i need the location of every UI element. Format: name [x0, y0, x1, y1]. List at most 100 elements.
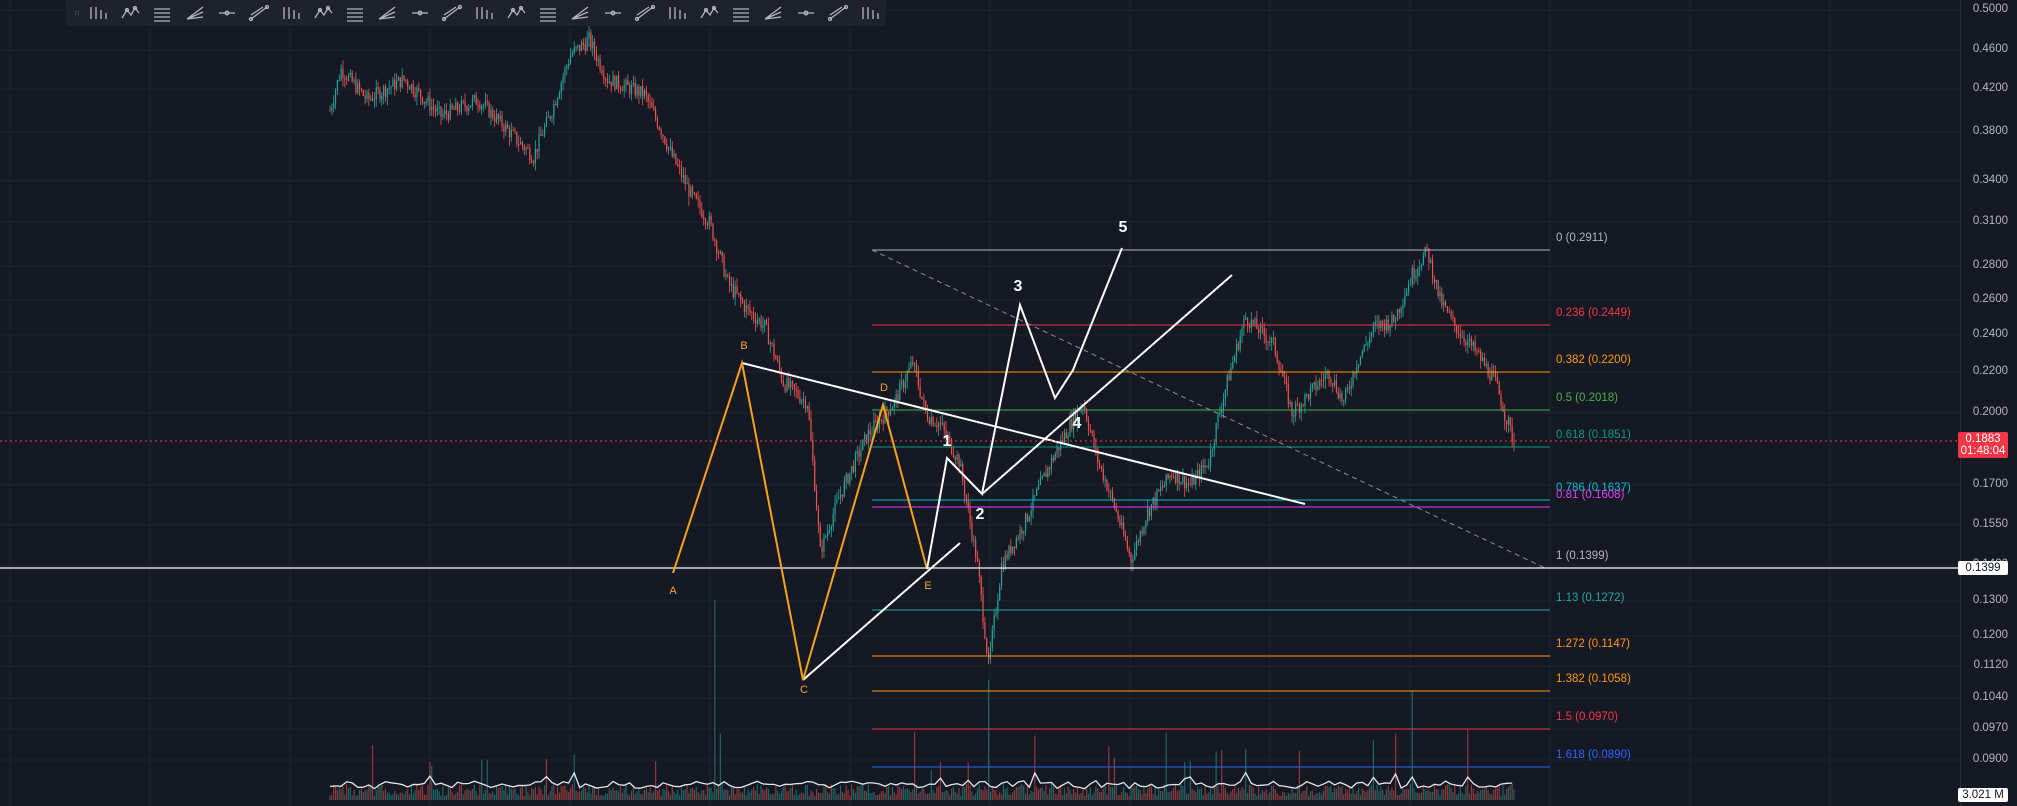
cypher-pattern-icon[interactable]: [307, 0, 339, 26]
volume-bar: [1341, 786, 1343, 800]
volume-bar: [1504, 794, 1506, 800]
uptrend-line-lower[interactable]: [802, 542, 961, 681]
volume-bar: [736, 788, 738, 800]
volume-bar: [745, 794, 747, 800]
fan-icon[interactable]: [243, 0, 275, 26]
channel-icon[interactable]: [146, 0, 178, 26]
abcd-pattern-icon[interactable]: [371, 0, 403, 26]
volume-bar: [1067, 786, 1069, 800]
time-cycles-icon[interactable]: [629, 0, 661, 26]
gann-box-icon[interactable]: [693, 0, 725, 26]
elliott-impulse-wave[interactable]: [926, 247, 1123, 570]
volume-bar: [1378, 790, 1380, 800]
volume-bar: [682, 790, 684, 800]
candle-body: [1091, 430, 1093, 434]
elliott-triangle-icon[interactable]: [532, 0, 564, 26]
price-tick: 0.0970: [1972, 722, 2008, 734]
candle-body: [1321, 379, 1323, 381]
volume-bar: [444, 795, 446, 800]
candle-body: [684, 174, 686, 185]
candle-body: [1202, 465, 1204, 468]
xabcd-pattern[interactable]: [672, 359, 928, 681]
volume-bar: [782, 786, 784, 800]
volume-bar: [838, 794, 840, 800]
candle-body: [359, 82, 361, 89]
volume-bar: [880, 791, 882, 800]
volume-bar: [434, 789, 437, 800]
candle-body: [1393, 314, 1395, 322]
elliott-double-combo-icon[interactable]: [564, 0, 596, 26]
candle-body: [629, 84, 631, 94]
volume-bar: [1178, 790, 1180, 800]
elliott-correction-icon[interactable]: [500, 0, 532, 26]
drag-handle-icon[interactable]: [72, 0, 82, 26]
volume-bar: [1197, 786, 1199, 800]
volume-bar: [899, 786, 901, 800]
fib-level-label: 1.13 (0.1272): [1556, 592, 1625, 604]
chart-canvas[interactable]: 0 (0.2911) 0.236 (0.2449) 0.382 (0.2200) 0.…: [0, 0, 1960, 806]
volume-bar: [751, 789, 753, 800]
volume-bar: [412, 793, 414, 800]
candle-body: [586, 38, 588, 51]
candle-body: [482, 105, 485, 107]
three-drives-icon[interactable]: [436, 0, 468, 26]
gann-fan-icon[interactable]: [725, 0, 757, 26]
candle-body: [1420, 264, 1423, 268]
volume-bar: [421, 784, 424, 800]
volume-bar: [664, 790, 666, 800]
volume-bar: [1047, 794, 1049, 800]
ray-icon[interactable]: [757, 0, 789, 26]
volume-bar: [1398, 795, 1400, 800]
volume-bar: [368, 784, 370, 800]
candle-body: [1291, 401, 1293, 417]
volume-bar: [701, 790, 703, 800]
volume-bar: [1043, 791, 1045, 800]
volume-bar: [851, 784, 853, 800]
pitchfork-icon[interactable]: [114, 0, 146, 26]
volume-bar: [743, 786, 745, 800]
volume-bar: [1343, 793, 1345, 800]
trend-lines-icon[interactable]: [82, 0, 114, 26]
polyline-icon[interactable]: [854, 0, 886, 26]
downtrend-line[interactable]: [741, 362, 1306, 505]
candle-body: [1481, 357, 1484, 361]
candle-body: [1067, 436, 1069, 439]
candle-body: [680, 166, 683, 178]
volume-bar: [1509, 785, 1511, 800]
triangle-pattern-icon[interactable]: [404, 0, 436, 26]
candle-body: [745, 305, 747, 312]
volume-bar: [704, 795, 707, 800]
sine-line-icon[interactable]: [661, 0, 693, 26]
candle-body: [1419, 267, 1421, 269]
elliott-impulse-icon[interactable]: [468, 0, 500, 26]
horizontal-ray-icon[interactable]: [789, 0, 821, 26]
volume-bar: [984, 786, 986, 800]
volume-bar: [579, 791, 581, 800]
parallel-lines-icon[interactable]: [178, 0, 210, 26]
bars-pattern-icon[interactable]: [211, 0, 243, 26]
price-axis[interactable]: 0.5000 0.4600 0.4200 0.3800 0.3400 0.3100 0.28…: [1960, 0, 2017, 806]
candle-body: [514, 130, 516, 132]
candle-body: [601, 69, 603, 74]
candle-body: [1004, 554, 1006, 569]
volume-bar: [1276, 793, 1278, 800]
head-shoulders-icon[interactable]: [339, 0, 371, 26]
candle-body: [1413, 267, 1415, 279]
volume-bar: [734, 794, 736, 800]
candle-body: [1252, 319, 1254, 324]
candle-body: [725, 274, 727, 277]
volume-bar: [875, 795, 877, 800]
candle-body: [782, 380, 784, 387]
volume-bar: [819, 793, 821, 800]
candle-body: [449, 104, 451, 120]
volume-bar: [910, 792, 912, 800]
xabcd-pattern-icon[interactable]: [275, 0, 307, 26]
candle-body: [499, 115, 501, 120]
trend-angle-icon[interactable]: [822, 0, 854, 26]
candle-body: [401, 75, 403, 88]
candle-body: [484, 101, 486, 106]
volume-bar: [988, 680, 990, 800]
cyclic-lines-icon[interactable]: [597, 0, 629, 26]
volume-bar: [407, 789, 409, 800]
candle-body: [730, 283, 733, 286]
